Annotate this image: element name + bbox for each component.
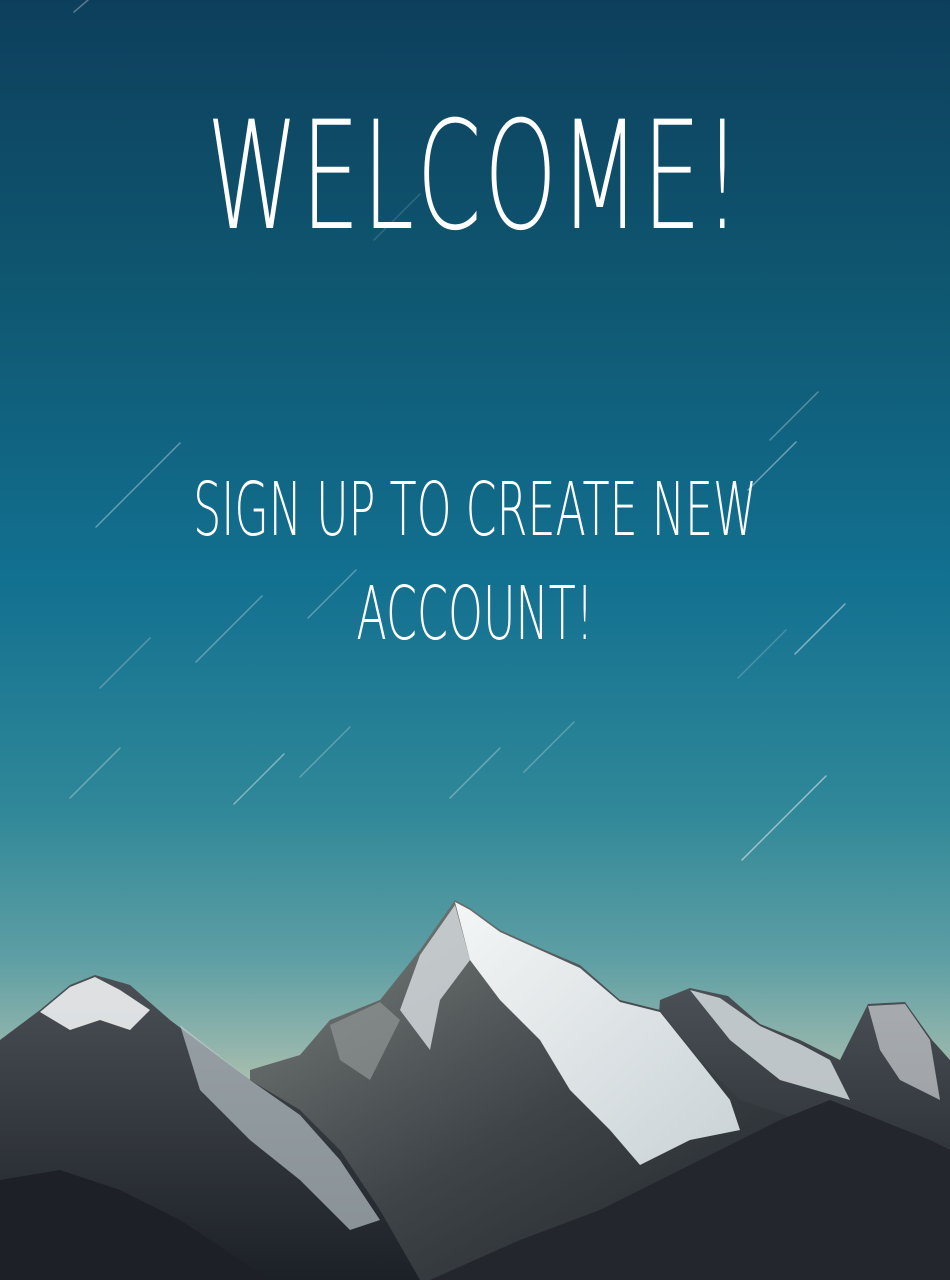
welcome-screen: WELCOME! SIGN UP TO CREATE NEW ACCOUNT! [0,0,950,1280]
signup-prompt-line-2: ACCOUNT! [356,571,594,657]
welcome-title: WELCOME! [206,90,744,264]
signup-prompt-line-1: SIGN UP TO CREATE NEW [193,467,757,553]
signup-prompt: SIGN UP TO CREATE NEW ACCOUNT! [190,458,760,666]
